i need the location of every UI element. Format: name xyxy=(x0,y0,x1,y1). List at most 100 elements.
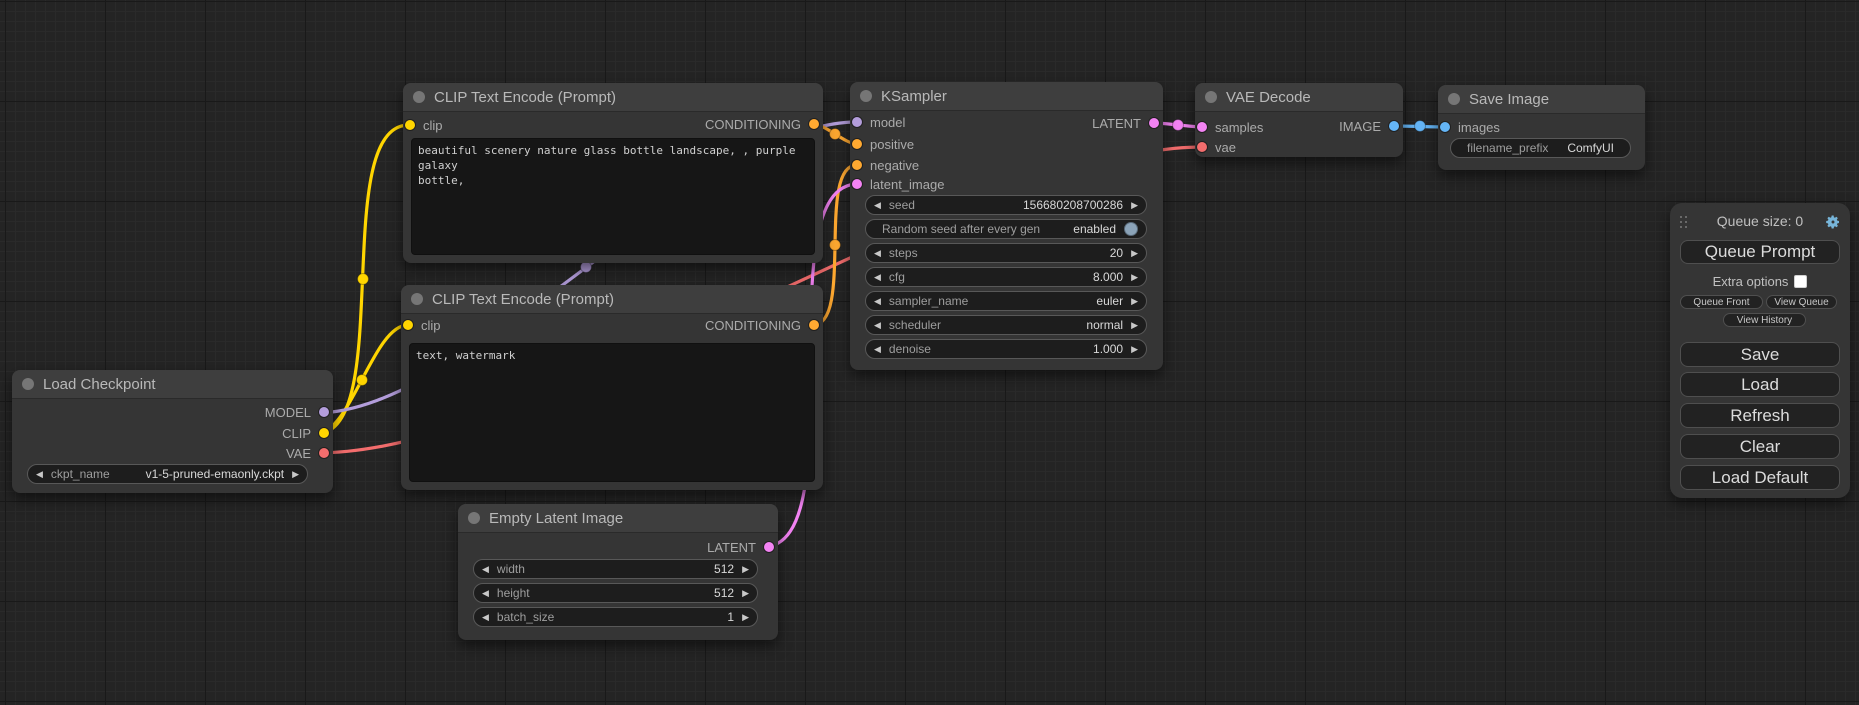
input-port-vae[interactable]: vae xyxy=(1197,140,1236,154)
node-title-bar[interactable]: CLIP Text Encode (Prompt) xyxy=(401,285,823,314)
settings-gear-icon[interactable] xyxy=(1825,214,1841,230)
clear-button[interactable]: Clear xyxy=(1680,434,1840,459)
increment-arrow-icon[interactable]: ▶ xyxy=(1131,344,1138,355)
decrement-arrow-icon[interactable]: ◀ xyxy=(36,469,43,480)
node-title-bar[interactable]: Save Image xyxy=(1438,85,1645,114)
input-port-model[interactable]: model xyxy=(852,115,905,129)
node-clip-text-encode-positive[interactable]: CLIP Text Encode (Prompt) clip CONDITION… xyxy=(403,83,823,263)
vae-port-dot-icon[interactable] xyxy=(1197,142,1207,152)
conditioning-port-dot-icon[interactable] xyxy=(852,160,862,170)
widget-cfg[interactable]: ◀ cfg 8.000 ▶ xyxy=(865,267,1147,287)
collapse-circle-icon[interactable] xyxy=(860,90,872,102)
clip-port-dot-icon[interactable] xyxy=(319,428,329,438)
input-port-clip[interactable]: clip xyxy=(405,118,443,132)
latent-port-dot-icon[interactable] xyxy=(852,179,862,189)
output-port-clip[interactable]: CLIP xyxy=(282,426,329,440)
collapse-circle-icon[interactable] xyxy=(22,378,34,390)
model-port-dot-icon[interactable] xyxy=(319,407,329,417)
widget-scheduler[interactable]: ◀ scheduler normal ▶ xyxy=(865,315,1147,335)
input-port-samples[interactable]: samples xyxy=(1197,120,1263,134)
conditioning-port-dot-icon[interactable] xyxy=(809,119,819,129)
increment-arrow-icon[interactable]: ▶ xyxy=(1131,200,1138,211)
output-port-latent[interactable]: LATENT xyxy=(1092,116,1159,130)
decrement-arrow-icon[interactable]: ◀ xyxy=(874,272,881,283)
node-title-bar[interactable]: Empty Latent Image xyxy=(458,504,778,533)
decrement-arrow-icon[interactable]: ◀ xyxy=(874,248,881,259)
latent-port-dot-icon[interactable] xyxy=(1149,118,1159,128)
widget-ckpt-name[interactable]: ◀ ckpt_name v1-5-pruned-emaonly.ckpt ▶ xyxy=(27,464,308,484)
decrement-arrow-icon[interactable]: ◀ xyxy=(482,588,489,599)
widget-batch-size[interactable]: ◀ batch_size 1 ▶ xyxy=(473,607,758,627)
toggle-circle-icon[interactable] xyxy=(1124,222,1138,236)
latent-port-dot-icon[interactable] xyxy=(764,542,774,552)
collapse-circle-icon[interactable] xyxy=(1205,91,1217,103)
positive-prompt-textarea[interactable]: beautiful scenery nature glass bottle la… xyxy=(411,138,815,255)
node-title-bar[interactable]: KSampler xyxy=(850,82,1163,111)
queue-front-button[interactable]: Queue Front xyxy=(1680,295,1763,309)
input-port-negative[interactable]: negative xyxy=(852,158,919,172)
decrement-arrow-icon[interactable]: ◀ xyxy=(874,320,881,331)
conditioning-port-dot-icon[interactable] xyxy=(852,139,862,149)
decrement-arrow-icon[interactable]: ◀ xyxy=(482,612,489,623)
decrement-arrow-icon[interactable]: ◀ xyxy=(482,564,489,575)
widget-seed[interactable]: ◀ seed 156680208700286 ▶ xyxy=(865,195,1147,215)
output-port-model[interactable]: MODEL xyxy=(265,405,329,419)
increment-arrow-icon[interactable]: ▶ xyxy=(1131,272,1138,283)
node-vae-decode[interactable]: VAE Decode samples vae IMAGE xyxy=(1195,83,1403,157)
increment-arrow-icon[interactable]: ▶ xyxy=(1131,248,1138,259)
refresh-button[interactable]: Refresh xyxy=(1680,403,1840,428)
image-port-dot-icon[interactable] xyxy=(1389,121,1399,131)
model-port-dot-icon[interactable] xyxy=(852,117,862,127)
node-title-bar[interactable]: VAE Decode xyxy=(1195,83,1403,112)
clip-port-dot-icon[interactable] xyxy=(405,120,415,130)
queue-panel[interactable]: Queue size: 0 Queue Prompt Extra options… xyxy=(1670,203,1850,498)
increment-arrow-icon[interactable]: ▶ xyxy=(1131,296,1138,307)
widget-width[interactable]: ◀ width 512 ▶ xyxy=(473,559,758,579)
view-history-button[interactable]: View History xyxy=(1723,313,1806,327)
increment-arrow-icon[interactable]: ▶ xyxy=(742,612,749,623)
collapse-circle-icon[interactable] xyxy=(468,512,480,524)
node-empty-latent-image[interactable]: Empty Latent Image LATENT ◀ width 512 ▶ … xyxy=(458,504,778,640)
widget-steps[interactable]: ◀ steps 20 ▶ xyxy=(865,243,1147,263)
increment-arrow-icon[interactable]: ▶ xyxy=(1131,320,1138,331)
decrement-arrow-icon[interactable]: ◀ xyxy=(874,200,881,211)
clip-port-dot-icon[interactable] xyxy=(403,320,413,330)
comfyui-canvas[interactable]: { "icons": { "left_arrow": "◀", "right_a… xyxy=(0,0,1859,705)
vae-port-dot-icon[interactable] xyxy=(319,448,329,458)
input-port-latent-image[interactable]: latent_image xyxy=(852,177,944,191)
node-title-bar[interactable]: Load Checkpoint xyxy=(12,370,333,399)
input-port-positive[interactable]: positive xyxy=(852,137,914,151)
increment-arrow-icon[interactable]: ▶ xyxy=(742,564,749,575)
queue-prompt-button[interactable]: Queue Prompt xyxy=(1680,240,1840,264)
negative-prompt-textarea[interactable]: text, watermark xyxy=(409,343,815,482)
input-port-images[interactable]: images xyxy=(1440,120,1500,134)
save-button[interactable]: Save xyxy=(1680,342,1840,367)
collapse-circle-icon[interactable] xyxy=(413,91,425,103)
widget-sampler-name[interactable]: ◀ sampler_name euler ▶ xyxy=(865,291,1147,311)
widget-filename-prefix[interactable]: filename_prefix ComfyUI xyxy=(1450,138,1631,158)
decrement-arrow-icon[interactable]: ◀ xyxy=(874,296,881,307)
output-port-conditioning[interactable]: CONDITIONING xyxy=(705,117,819,131)
collapse-circle-icon[interactable] xyxy=(411,293,423,305)
widget-denoise[interactable]: ◀ denoise 1.000 ▶ xyxy=(865,339,1147,359)
decrement-arrow-icon[interactable]: ◀ xyxy=(874,344,881,355)
widget-height[interactable]: ◀ height 512 ▶ xyxy=(473,583,758,603)
latent-port-dot-icon[interactable] xyxy=(1197,122,1207,132)
output-port-vae[interactable]: VAE xyxy=(286,446,329,460)
load-default-button[interactable]: Load Default xyxy=(1680,465,1840,490)
input-port-clip[interactable]: clip xyxy=(403,318,441,332)
extra-options-checkbox[interactable] xyxy=(1794,275,1807,288)
image-port-dot-icon[interactable] xyxy=(1440,122,1450,132)
conditioning-port-dot-icon[interactable] xyxy=(809,320,819,330)
node-title-bar[interactable]: CLIP Text Encode (Prompt) xyxy=(403,83,823,112)
load-button[interactable]: Load xyxy=(1680,372,1840,397)
view-queue-button[interactable]: View Queue xyxy=(1766,295,1837,309)
node-clip-text-encode-negative[interactable]: CLIP Text Encode (Prompt) clip CONDITION… xyxy=(401,285,823,490)
output-port-conditioning[interactable]: CONDITIONING xyxy=(705,318,819,332)
output-port-image[interactable]: IMAGE xyxy=(1339,119,1399,133)
increment-arrow-icon[interactable]: ▶ xyxy=(742,588,749,599)
widget-random-seed-toggle[interactable]: Random seed after every gen enabled xyxy=(865,219,1147,239)
node-load-checkpoint[interactable]: Load Checkpoint MODEL CLIP VAE ◀ ckpt_na… xyxy=(12,370,333,493)
node-ksampler[interactable]: KSampler model positive negative latent_… xyxy=(850,82,1163,370)
node-save-image[interactable]: Save Image images filename_prefix ComfyU… xyxy=(1438,85,1645,170)
